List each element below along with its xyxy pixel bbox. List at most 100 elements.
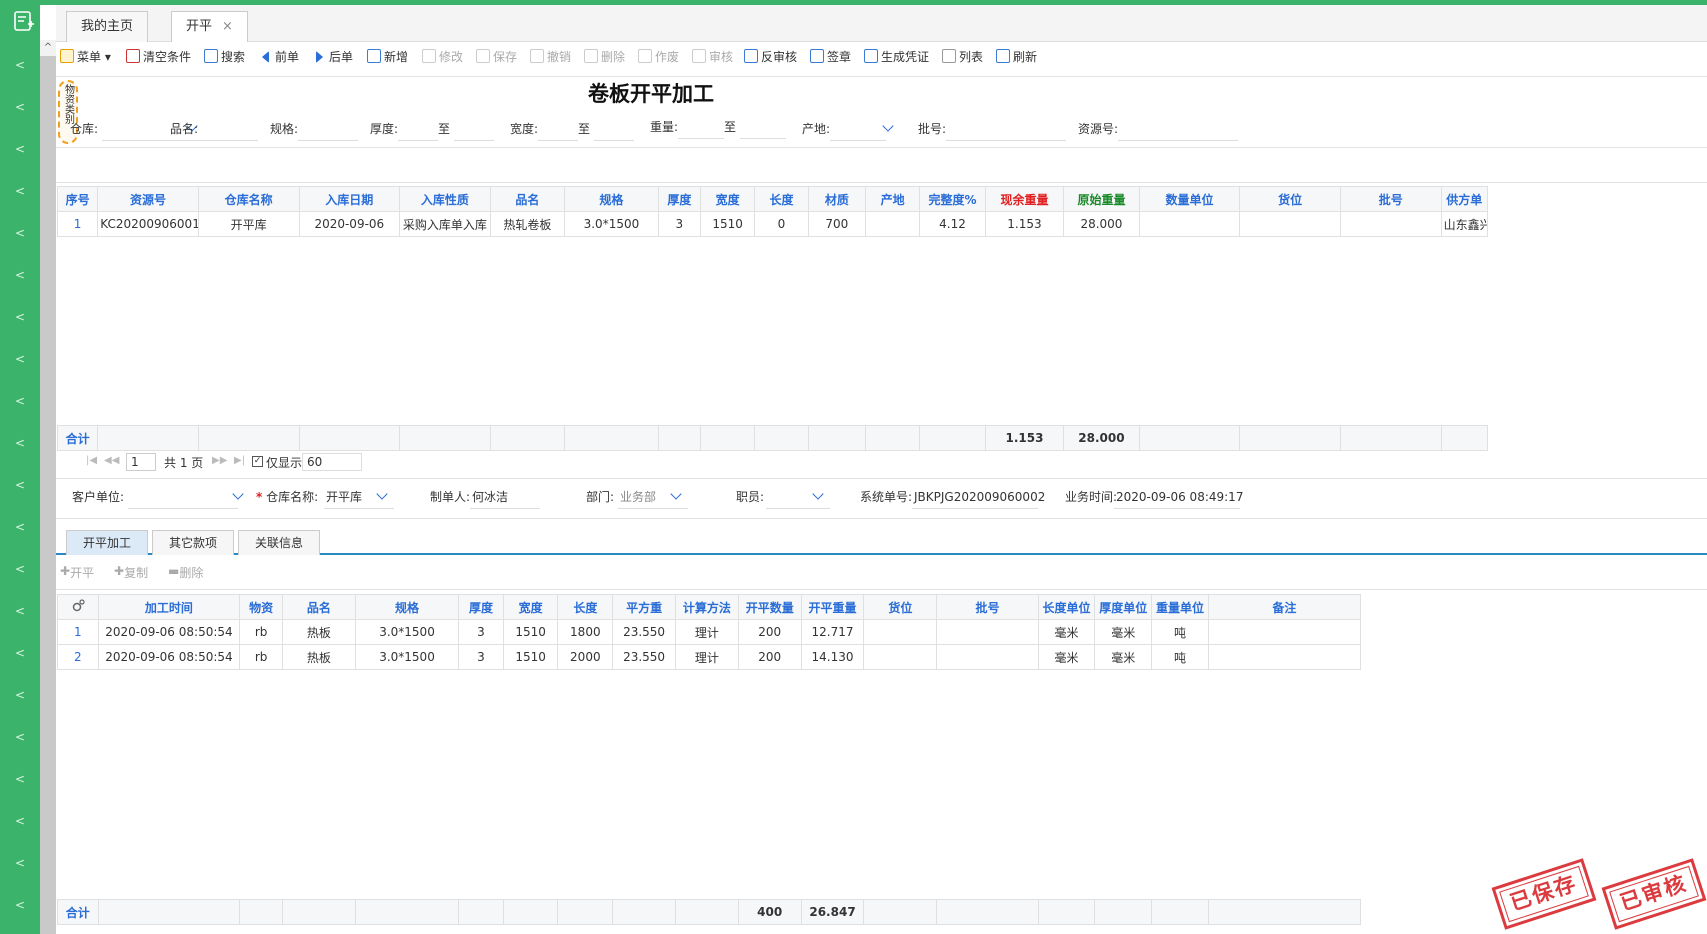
chevron-left-icon[interactable]: < (0, 562, 40, 576)
tab-home[interactable]: 我的主页 (66, 11, 149, 42)
chevron-down-icon[interactable] (232, 488, 244, 500)
column-header[interactable]: 厚度 (657, 186, 701, 212)
column-header[interactable]: 供方单 (1440, 186, 1489, 212)
column-header[interactable]: 平方重 (612, 594, 676, 620)
page-number-input[interactable] (126, 453, 156, 471)
column-header[interactable]: 品名 (489, 186, 566, 212)
remove-button[interactable]: ▬ 删除 (168, 564, 203, 580)
column-header[interactable]: 仓库名称 (197, 186, 300, 212)
next-button[interactable]: 后单 (316, 48, 353, 66)
resource-filter-input[interactable] (1118, 140, 1238, 141)
maker-input[interactable] (470, 508, 540, 509)
staff-input[interactable] (766, 508, 830, 509)
batch-filter-input[interactable] (946, 140, 1066, 141)
voucher-button[interactable]: 生成凭证 (864, 48, 929, 66)
table-row[interactable]: 1 2020-09-06 08:50:54 rb 热板 3.0*1500 3 1510 180… (57, 619, 1362, 645)
width-from-input[interactable] (538, 140, 578, 141)
column-header[interactable]: 宽度 (502, 594, 559, 620)
prev-button[interactable]: 前单 (262, 48, 299, 66)
weight-to-input[interactable] (740, 138, 786, 139)
chevron-left-icon[interactable]: < (0, 520, 40, 534)
chevron-down-icon[interactable] (376, 488, 388, 500)
edit-button[interactable]: 修改 (422, 48, 463, 66)
column-header[interactable]: 数量单位 (1138, 186, 1241, 212)
tab-related-info[interactable]: 关联信息 (238, 530, 321, 555)
clear-conditions-button[interactable]: 清空条件 (126, 48, 191, 66)
chevron-left-icon[interactable]: < (0, 394, 40, 408)
chevron-left-icon[interactable]: < (0, 436, 40, 450)
chevron-left-icon[interactable]: < (0, 100, 40, 114)
show-count-input[interactable] (302, 453, 362, 471)
chevron-left-icon[interactable]: < (0, 814, 40, 828)
add-button[interactable]: 新增 (367, 48, 408, 66)
menu-button[interactable]: 菜单 ▾ (60, 48, 111, 66)
column-header[interactable]: 厚度 (458, 594, 504, 620)
chevron-down-icon[interactable] (670, 488, 682, 500)
chevron-left-icon[interactable]: < (0, 898, 40, 912)
column-header[interactable]: 规格 (354, 594, 460, 620)
system-number-input[interactable] (912, 508, 1038, 509)
column-header[interactable]: 产地 (864, 186, 921, 212)
column-header[interactable]: 入库日期 (298, 186, 401, 212)
scroll-up-icon[interactable]: ^ (40, 40, 56, 56)
chevron-left-icon[interactable]: < (0, 772, 40, 786)
column-header[interactable]: 序号 (56, 186, 99, 212)
width-to-input[interactable] (594, 140, 634, 141)
chevron-left-icon[interactable]: < (0, 730, 40, 744)
column-header[interactable]: 原始重量 (1063, 186, 1140, 212)
chevron-left-icon[interactable]: < (0, 310, 40, 324)
save-button[interactable]: 保存 (476, 48, 517, 66)
table-row[interactable]: 2 2020-09-06 08:50:54 rb 热板 3.0*1500 3 1510 200… (57, 644, 1362, 670)
tab-kaiping-processing[interactable]: 开平加工 (66, 530, 149, 555)
first-page-icon[interactable]: |◀ (86, 455, 97, 466)
chevron-left-icon[interactable]: < (0, 478, 40, 492)
column-header[interactable]: 开平数量 (737, 594, 802, 620)
delete-button[interactable]: 删除 (584, 48, 625, 66)
column-header[interactable]: 入库性质 (399, 186, 491, 212)
chevron-down-icon[interactable] (812, 488, 824, 500)
column-header[interactable]: 计算方法 (674, 594, 739, 620)
chevron-left-icon[interactable]: < (0, 604, 40, 618)
column-header[interactable]: 开平重量 (800, 594, 865, 620)
column-header[interactable]: 资源号 (97, 186, 199, 212)
chevron-left-icon[interactable]: < (0, 646, 40, 660)
thickness-from-input[interactable] (398, 140, 438, 141)
close-icon[interactable]: × (222, 19, 233, 34)
origin-filter-input[interactable] (830, 140, 886, 141)
weight-from-input[interactable] (678, 138, 724, 139)
customer-input[interactable] (128, 508, 238, 509)
search-button[interactable]: 搜索 (204, 48, 245, 66)
last-page-icon[interactable]: ▶| (234, 455, 245, 466)
audit-button[interactable]: 审核 (692, 48, 733, 66)
column-header[interactable]: 重量单位 (1151, 594, 1209, 620)
table-row[interactable]: 1 KC20200906001 开平库 2020-09-06 采购入库单入库 热轧卷板 3.… (56, 211, 1489, 237)
column-header[interactable]: 规格 (564, 186, 659, 212)
product-filter-input[interactable] (198, 140, 258, 141)
warehouse-input[interactable] (324, 508, 394, 509)
show-only-checkbox[interactable]: ✓ (252, 456, 263, 467)
open-button[interactable]: ✚ 开平 (60, 564, 94, 580)
chevron-down-icon[interactable] (882, 120, 894, 132)
column-header[interactable]: 宽度 (699, 186, 756, 212)
unaudit-button[interactable]: 反审核 (744, 48, 797, 66)
chevron-left-icon[interactable]: < (0, 142, 40, 156)
tab-other-payments[interactable]: 其它款项 (152, 530, 235, 555)
thickness-to-input[interactable] (454, 140, 494, 141)
chevron-left-icon[interactable]: < (0, 58, 40, 72)
chevron-left-icon[interactable]: < (0, 688, 40, 702)
column-header[interactable]: 厚度单位 (1094, 594, 1153, 620)
prev-page-icon[interactable]: ◀◀ (104, 455, 119, 466)
column-header[interactable]: 货位 (1239, 186, 1341, 212)
column-header[interactable]: 现余重量 (984, 186, 1065, 212)
sign-button[interactable]: 签章 (810, 48, 851, 66)
vertical-scrollbar[interactable]: ^ (40, 40, 56, 934)
dept-input[interactable] (618, 508, 688, 509)
column-header[interactable]: 货位 (863, 594, 938, 620)
column-header[interactable]: 加工时间 (97, 594, 241, 620)
copy-button[interactable]: ✚ 复制 (114, 564, 148, 580)
revoke-button[interactable]: 撤销 (530, 48, 571, 66)
list-button[interactable]: 列表 (942, 48, 983, 66)
column-header[interactable]: 完整度% (919, 186, 986, 212)
dept-value[interactable]: 业务部 (620, 486, 656, 508)
chevron-left-icon[interactable]: < (0, 226, 40, 240)
